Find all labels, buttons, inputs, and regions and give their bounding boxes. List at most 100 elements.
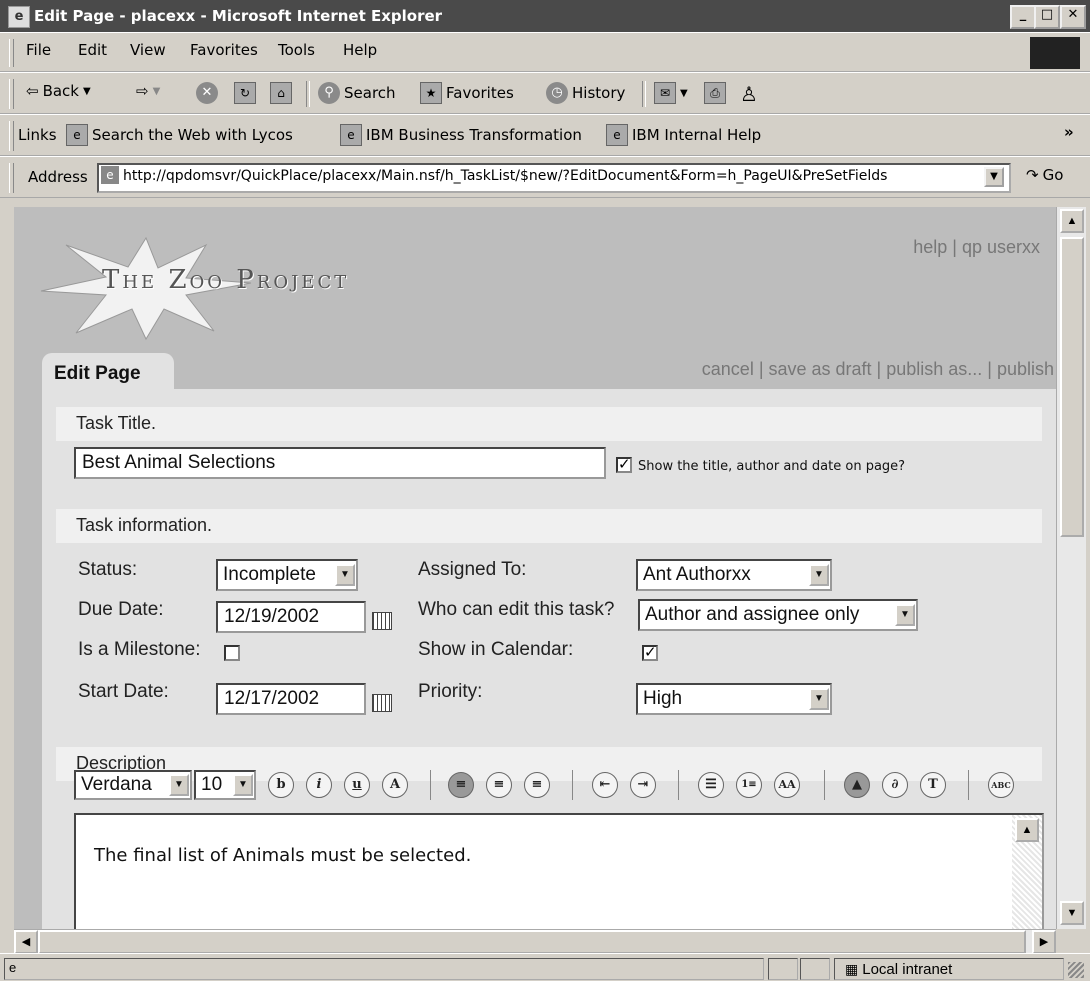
stop-button[interactable]: ✕ xyxy=(196,82,218,104)
maximize-button[interactable]: □ xyxy=(1034,5,1060,29)
underline-icon[interactable]: u xyxy=(344,772,370,798)
menu-help[interactable]: Help xyxy=(343,41,377,59)
link-lycos[interactable]: e Search the Web with Lycos xyxy=(66,124,293,146)
milestone-checkbox[interactable] xyxy=(224,645,240,661)
windows-logo-icon xyxy=(1030,37,1080,69)
messenger-button[interactable]: ♙ xyxy=(740,82,758,106)
scroll-left-icon[interactable]: ◀ xyxy=(14,930,38,954)
start-date-label: Start Date: xyxy=(78,681,169,702)
page-actions[interactable]: cancel | save as draft | publish as... |… xyxy=(702,359,1054,380)
start-date-input[interactable]: 12/17/2002 xyxy=(216,683,366,715)
dropdown-arrow-icon: ▼ xyxy=(152,85,161,97)
vertical-scrollbar[interactable]: ▲ ▼ xyxy=(1056,207,1086,929)
minimize-button[interactable]: _ xyxy=(1010,5,1036,29)
scroll-right-icon[interactable]: ▶ xyxy=(1032,930,1056,954)
priority-label: Priority: xyxy=(418,681,483,702)
scroll-down-icon[interactable]: ▼ xyxy=(1060,901,1084,925)
toolbar-separator xyxy=(642,81,646,107)
insert-text-icon[interactable]: T xyxy=(920,772,946,798)
task-title-input[interactable]: Best Animal Selections xyxy=(74,447,606,479)
outdent-icon[interactable]: ⇤ xyxy=(592,772,618,798)
font-size-select[interactable]: 10 ▼ xyxy=(194,770,256,800)
menu-edit[interactable]: Edit xyxy=(78,41,107,59)
bullet-list-icon[interactable]: ☰ xyxy=(698,772,724,798)
go-arrow-icon: ↷ xyxy=(1026,166,1039,184)
menu-favorites[interactable]: Favorites xyxy=(190,41,258,59)
section-task-information: Task information. xyxy=(56,509,1042,543)
toolbar-grip xyxy=(9,121,14,151)
mail-icon: ✉ xyxy=(654,82,676,104)
toolbar-grip xyxy=(9,163,14,193)
chevron-down-icon: ▼ xyxy=(809,688,829,710)
scroll-up-icon[interactable]: ▲ xyxy=(1060,209,1084,233)
address-dropdown-button[interactable]: ▼ xyxy=(984,167,1004,187)
favorites-button[interactable]: ★ Favorites xyxy=(420,82,514,104)
due-date-input[interactable]: 12/19/2002 xyxy=(216,601,366,633)
editor-scrollbar[interactable]: ▲ xyxy=(1012,815,1042,929)
numbered-list-icon[interactable]: 1≡ xyxy=(736,772,762,798)
home-button[interactable]: ⌂ xyxy=(270,82,292,104)
link-ibm-business-transformation[interactable]: e IBM Business Transformation xyxy=(340,124,582,146)
bold-icon[interactable]: b xyxy=(268,772,294,798)
scroll-thumb[interactable] xyxy=(38,930,1026,954)
text-color-icon[interactable]: A xyxy=(382,772,408,798)
status-panel xyxy=(768,958,798,980)
menu-bar: File Edit View Favorites Tools Help xyxy=(0,32,1090,72)
align-right-icon[interactable]: ≡ xyxy=(524,772,550,798)
mail-button[interactable]: ✉ ▼ xyxy=(654,82,688,104)
menu-file[interactable]: File xyxy=(26,41,51,59)
toolbar-separator xyxy=(678,770,679,800)
spell-check-icon[interactable]: ABC xyxy=(988,772,1014,798)
attachment-icon[interactable]: ∂ xyxy=(882,772,908,798)
go-button[interactable]: ↷ Go xyxy=(1026,166,1063,184)
chevron-down-icon: ▼ xyxy=(233,774,253,796)
help-user-links[interactable]: help | qp userxx xyxy=(913,237,1040,258)
toolbar-separator xyxy=(306,81,310,107)
status-select[interactable]: Incomplete ▼ xyxy=(216,559,358,591)
logo-title: The Zoo Project xyxy=(102,265,350,295)
description-editor[interactable]: The final list of Animals must be select… xyxy=(74,813,1044,929)
forward-arrow-icon: ⇨ xyxy=(136,82,149,100)
tab-edit-page[interactable]: Edit Page xyxy=(42,353,174,389)
messenger-icon: ♙ xyxy=(740,82,758,106)
local-intranet-icon: ▦ xyxy=(845,960,859,977)
back-button[interactable]: ⇦ Back ▼ xyxy=(26,82,91,100)
link-ibm-internal-help[interactable]: e IBM Internal Help xyxy=(606,124,761,146)
insert-image-icon[interactable]: ▲ xyxy=(844,772,870,798)
calendar-icon[interactable] xyxy=(372,694,392,712)
dropdown-arrow-icon: ▼ xyxy=(83,85,91,97)
menu-tools[interactable]: Tools xyxy=(278,41,315,59)
history-button[interactable]: ◷ History xyxy=(546,82,625,104)
assigned-to-select[interactable]: Ant Authorxx ▼ xyxy=(636,559,832,591)
links-more-chevron[interactable]: » xyxy=(1064,123,1074,141)
page-viewport: The Zoo Project help | qp userxx Edit Pa… xyxy=(14,207,1056,929)
horizontal-scrollbar[interactable]: ◀ ▶ xyxy=(14,929,1056,954)
indent-icon[interactable]: ⇥ xyxy=(630,772,656,798)
show-title-checkbox[interactable]: ✓ xyxy=(616,457,632,473)
ie-page-icon: e xyxy=(9,960,17,975)
chevron-down-icon: ▼ xyxy=(335,564,355,586)
assigned-to-label: Assigned To: xyxy=(418,559,527,580)
scroll-up-icon[interactable]: ▲ xyxy=(1015,818,1039,842)
print-button[interactable]: ⎙ xyxy=(704,82,726,104)
scroll-thumb[interactable] xyxy=(1060,237,1084,537)
toolbar-separator xyxy=(824,770,825,800)
italic-icon[interactable]: i xyxy=(306,772,332,798)
font-size-toggle-icon[interactable]: AA xyxy=(774,772,800,798)
menu-view[interactable]: View xyxy=(130,41,166,59)
refresh-button[interactable]: ↻ xyxy=(234,82,256,104)
forward-button[interactable]: ⇨ ▼ xyxy=(136,82,160,100)
font-family-select[interactable]: Verdana ▼ xyxy=(74,770,192,800)
resize-grip-icon[interactable] xyxy=(1068,962,1084,978)
align-left-icon[interactable]: ≡ xyxy=(448,772,474,798)
address-input[interactable]: e http://qpdomsvr/QuickPlace/placexx/Main… xyxy=(97,163,1011,193)
priority-select[interactable]: High ▼ xyxy=(636,683,832,715)
who-can-edit-label: Who can edit this task? xyxy=(418,599,615,620)
who-can-edit-select[interactable]: Author and assignee only ▼ xyxy=(638,599,918,631)
calendar-icon[interactable] xyxy=(372,612,392,630)
close-button[interactable]: ✕ xyxy=(1060,5,1086,29)
align-center-icon[interactable]: ≡ xyxy=(486,772,512,798)
search-button[interactable]: ⚲ Search xyxy=(318,82,396,104)
ie-page-icon: e xyxy=(340,124,362,146)
show-in-calendar-checkbox[interactable]: ✓ xyxy=(642,645,658,661)
